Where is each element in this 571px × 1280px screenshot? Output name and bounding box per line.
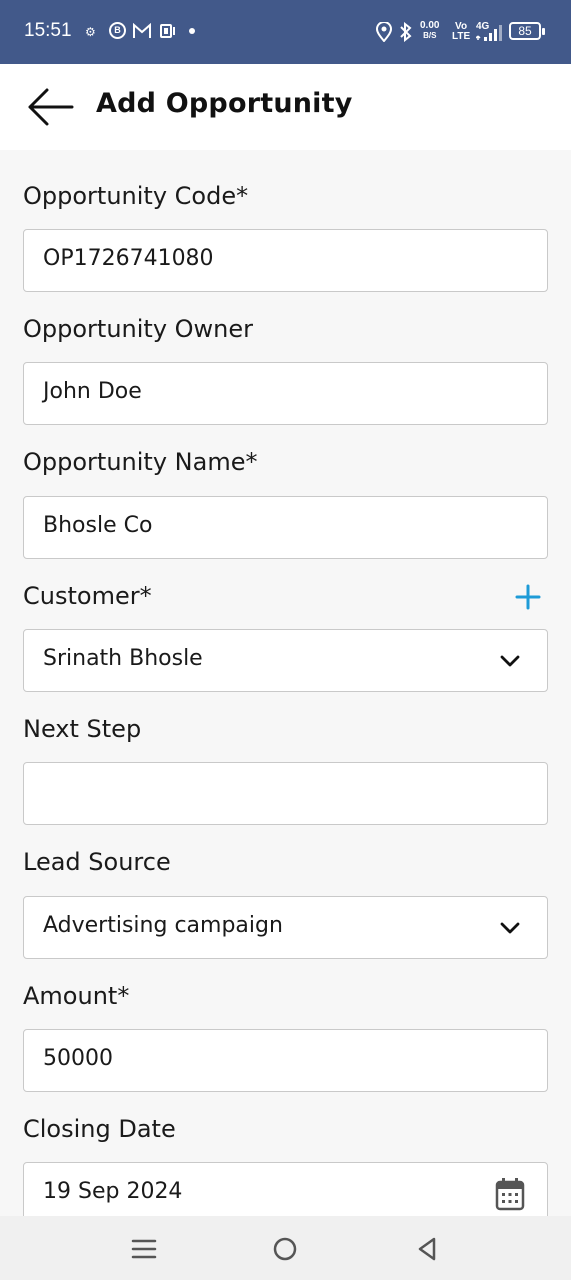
network-speed-value: 0.00 (420, 20, 440, 31)
gmail-icon (133, 23, 151, 38)
status-bar: 15:51 ⚙ B 0.00 B/S Vo LTE 4G 85 (0, 0, 571, 64)
plus-icon[interactable] (514, 583, 542, 611)
closing-date-value: 19 Sep 2024 (43, 1179, 183, 1204)
opportunity-owner-field[interactable]: John Doe (23, 362, 548, 425)
opportunity-code-label: Opportunity Code* (23, 182, 249, 210)
customer-select[interactable]: Srinath Bhosle (23, 629, 548, 692)
opportunity-code-value: OP1726741080 (43, 246, 214, 271)
bluetooth-icon (400, 22, 412, 42)
opportunity-code-field[interactable]: OP1726741080 (23, 229, 548, 292)
home-icon[interactable] (270, 1234, 300, 1264)
signal-icon (476, 25, 502, 41)
next-step-label: Next Step (23, 715, 142, 743)
opportunity-name-field[interactable]: Bhosle Co (23, 496, 548, 559)
calendar-icon[interactable] (495, 1177, 525, 1211)
location-icon (375, 22, 393, 42)
chevron-down-icon (500, 655, 520, 667)
app-bar: Add Opportunity (0, 64, 571, 150)
back-triangle-icon[interactable] (412, 1234, 442, 1264)
opportunity-owner-label: Opportunity Owner (23, 315, 254, 343)
system-nav-bar (0, 1216, 571, 1280)
b-app-icon: B (109, 22, 126, 39)
menu-icon[interactable] (129, 1234, 159, 1264)
network-speed: 0.00 B/S (420, 21, 439, 41)
lead-source-value: Advertising campaign (43, 913, 283, 938)
amount-value: 50000 (43, 1046, 113, 1071)
volte-indicator: Vo LTE (452, 22, 470, 42)
settings-notification-icon: ⚙ (85, 25, 96, 39)
battery-icon: 85 (509, 22, 545, 40)
network-speed-unit: B/S (423, 31, 437, 40)
opportunity-owner-value: John Doe (43, 379, 142, 404)
customer-value: Srinath Bhosle (43, 646, 203, 671)
arrow-left-icon[interactable] (26, 86, 74, 128)
next-step-field[interactable] (23, 762, 548, 825)
clock: 15:51 (24, 20, 72, 41)
volte-bottom: LTE (452, 31, 471, 42)
amount-field[interactable]: 50000 (23, 1029, 548, 1092)
customer-label: Customer* (23, 582, 152, 610)
cast-icon (160, 24, 175, 38)
opportunity-name-value: Bhosle Co (43, 513, 153, 538)
opportunity-name-label: Opportunity Name* (23, 448, 258, 476)
notification-dot (189, 28, 195, 34)
chevron-down-icon (500, 922, 520, 934)
lead-source-select[interactable]: Advertising campaign (23, 896, 548, 959)
amount-label: Amount* (23, 982, 130, 1010)
lead-source-label: Lead Source (23, 848, 171, 876)
closing-date-label: Closing Date (23, 1115, 176, 1143)
page-title: Add Opportunity (96, 88, 353, 119)
